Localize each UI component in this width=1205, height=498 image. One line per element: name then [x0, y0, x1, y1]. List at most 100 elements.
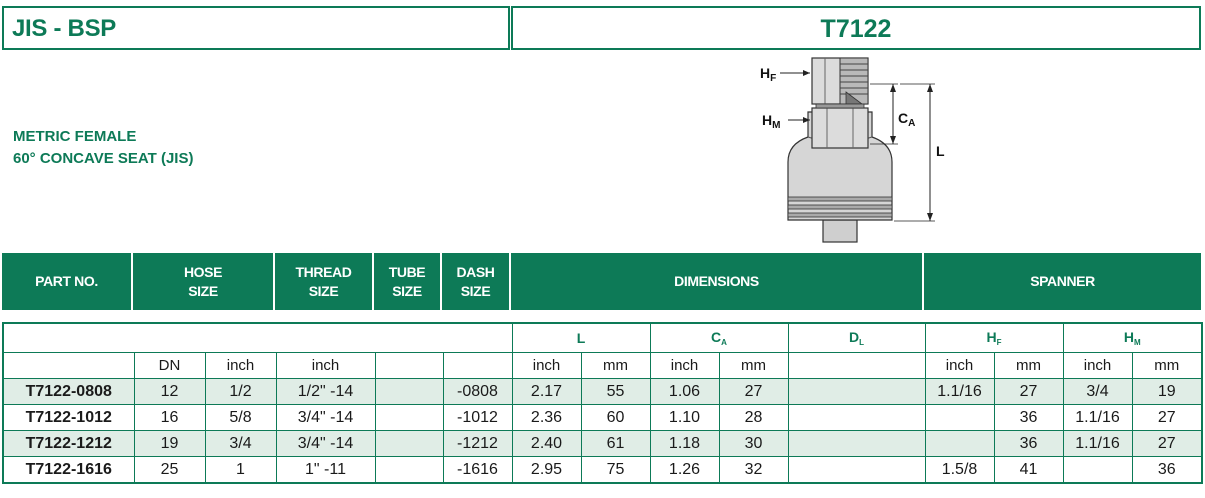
fitting-drawing: HF HM CA L: [760, 57, 945, 243]
ca-mm-cell: 30: [718, 430, 789, 457]
series-title: JIS - BSP: [12, 15, 116, 42]
dn-cell: 16: [133, 404, 206, 431]
hm-inch-cell: [1062, 456, 1133, 484]
hose-inch-cell: 3/4: [204, 430, 277, 457]
description-line-1: METRIC FEMALE: [13, 128, 137, 145]
unit-ca-inch: inch: [649, 352, 720, 379]
unit-ca-mm: mm: [718, 352, 789, 379]
hm-inch-cell: 3/4: [1062, 378, 1133, 405]
table-row: T7122-1212 19 3/4 3/4" -14 -1212 2.40 61…: [2, 430, 1203, 457]
dl-cell: [787, 456, 926, 484]
l-mm-cell: 75: [580, 456, 651, 484]
ca-label: C: [898, 110, 908, 126]
dn-cell: 12: [133, 378, 206, 405]
unit-part-blank: [2, 352, 135, 379]
hf-mm-cell: 41: [993, 456, 1064, 484]
table-row: T7122-1012 16 5/8 3/4" -14 -1012 2.36 60…: [2, 404, 1203, 431]
l-mm-cell: 60: [580, 404, 651, 431]
unit-hf-mm: mm: [993, 352, 1064, 379]
unit-hf-inch: inch: [924, 352, 995, 379]
hm-label-sub: M: [772, 120, 780, 131]
part-title-box: T7122: [511, 6, 1201, 50]
svg-text:HM: HM: [762, 112, 780, 131]
hf-mm-cell: 36: [993, 430, 1064, 457]
hm-inch-cell: 1.1/16: [1062, 430, 1133, 457]
ca-inch-cell: 1.06: [649, 378, 720, 405]
part-number: T7122-1012: [2, 404, 135, 431]
unit-tube-blank: [374, 352, 444, 379]
dash-cell: -1616: [442, 456, 513, 484]
unit-dl-blank: [787, 352, 926, 379]
header-hose-size: HOSE SIZE: [133, 253, 275, 310]
units-row: DN inch inch inch mm inch mm inch mm inc…: [2, 352, 1203, 379]
thread-cell: 3/4" -14: [275, 404, 376, 431]
hf-label-sub: F: [770, 73, 776, 84]
group-header-row: L CA DL HF HM: [2, 322, 1203, 353]
unit-dash-blank: [442, 352, 513, 379]
group-ca: CA: [649, 322, 789, 353]
group-blank: [2, 322, 513, 353]
hf-label: H: [760, 65, 770, 81]
part-number: T7122-1616: [2, 456, 135, 484]
table-row: T7122-0808 12 1/2 1/2" -14 -0808 2.17 55…: [2, 378, 1203, 405]
unit-dn: DN: [133, 352, 206, 379]
thread-cell: 1" -11: [275, 456, 376, 484]
hm-inch-cell: 1.1/16: [1062, 404, 1133, 431]
dash-cell: -1012: [442, 404, 513, 431]
header-tube-size: TUBE SIZE: [374, 253, 442, 310]
ca-inch-cell: 1.18: [649, 430, 720, 457]
part-number: T7122-0808: [2, 378, 135, 405]
svg-text:CA: CA: [898, 110, 915, 129]
tube-cell: [374, 456, 444, 484]
dl-cell: [787, 378, 926, 405]
header-dimensions: DIMENSIONS: [511, 253, 924, 310]
hf-inch-cell: 1.1/16: [924, 378, 995, 405]
hm-mm-cell: 19: [1131, 378, 1203, 405]
header-part-no: PART NO.: [2, 253, 133, 310]
unit-l-inch: inch: [511, 352, 582, 379]
l-mm-cell: 61: [580, 430, 651, 457]
group-hm: HM: [1062, 322, 1203, 353]
header-thread-size: THREAD SIZE: [275, 253, 374, 310]
hm-mm-cell: 36: [1131, 456, 1203, 484]
svg-text:HF: HF: [760, 65, 776, 84]
hf-inch-cell: 1.5/8: [924, 456, 995, 484]
part-number: T7122-1212: [2, 430, 135, 457]
l-inch-cell: 2.17: [511, 378, 582, 405]
tube-cell: [374, 378, 444, 405]
thread-cell: 1/2" -14: [275, 378, 376, 405]
hf-mm-cell: 27: [993, 378, 1064, 405]
thread-cell: 3/4" -14: [275, 430, 376, 457]
unit-thread-inch: inch: [275, 352, 376, 379]
ca-mm-cell: 27: [718, 378, 789, 405]
dl-cell: [787, 430, 926, 457]
table-row: T7122-1616 25 1 1" -11 -1616 2.95 75 1.2…: [2, 456, 1203, 484]
hf-inch-cell: [924, 404, 995, 431]
tube-cell: [374, 430, 444, 457]
l-label: L: [936, 143, 945, 159]
ca-label-sub: A: [908, 118, 915, 129]
dn-cell: 25: [133, 456, 206, 484]
hf-inch-cell: [924, 430, 995, 457]
dl-cell: [787, 404, 926, 431]
l-inch-cell: 2.95: [511, 456, 582, 484]
ca-mm-cell: 28: [718, 404, 789, 431]
group-l: L: [511, 322, 651, 353]
ca-inch-cell: 1.26: [649, 456, 720, 484]
l-mm-cell: 55: [580, 378, 651, 405]
unit-l-mm: mm: [580, 352, 651, 379]
group-hf: HF: [924, 322, 1064, 353]
header-dash-size: DASH SIZE: [442, 253, 511, 310]
ca-inch-cell: 1.10: [649, 404, 720, 431]
table-header-band: PART NO. HOSE SIZE THREAD SIZE TUBE SIZE DA…: [2, 253, 1201, 310]
hose-inch-cell: 1/2: [204, 378, 277, 405]
dimensions-table: L CA DL HF HM DN inch inch inch mm inch …: [2, 322, 1204, 484]
ca-mm-cell: 32: [718, 456, 789, 484]
hm-mm-cell: 27: [1131, 430, 1203, 457]
tube-cell: [374, 404, 444, 431]
dn-cell: 19: [133, 430, 206, 457]
l-inch-cell: 2.40: [511, 430, 582, 457]
part-title: T7122: [820, 15, 892, 43]
l-inch-cell: 2.36: [511, 404, 582, 431]
hm-label: H: [762, 112, 772, 128]
